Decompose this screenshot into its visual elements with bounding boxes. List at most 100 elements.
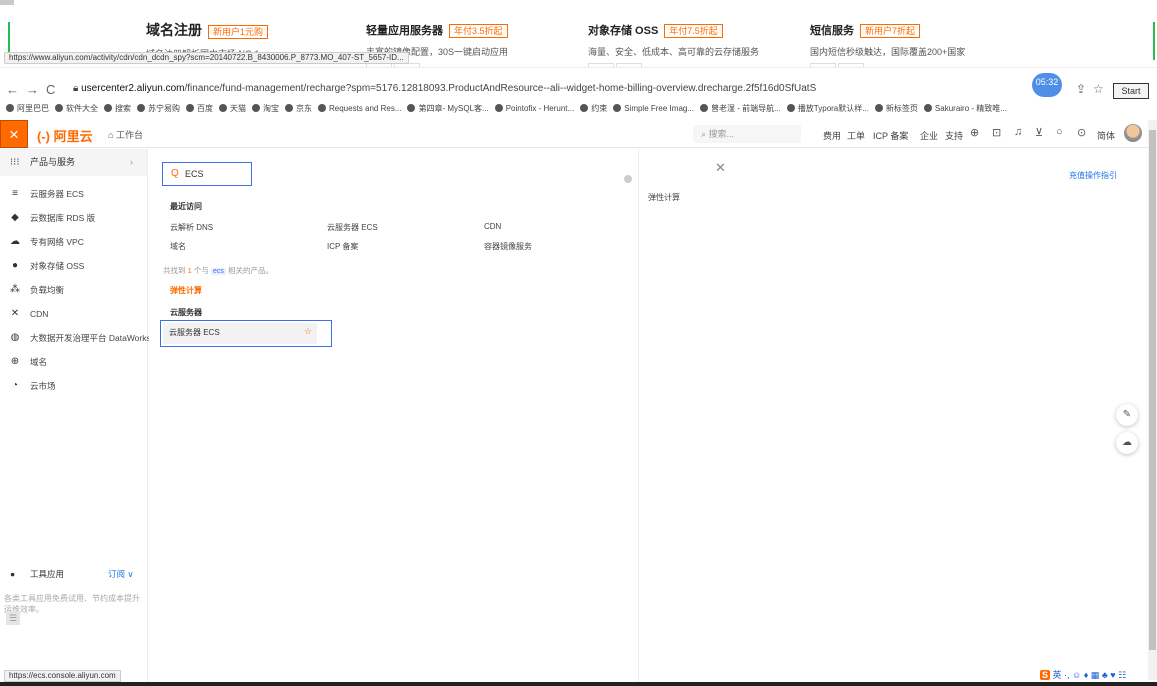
- start-button[interactable]: Start: [1113, 83, 1149, 99]
- workbench-link[interactable]: ⌂ 工作台: [108, 128, 143, 141]
- promo-sms[interactable]: 短信服务 新用户7折起 国内短信秒级触达，国际覆盖200+国家: [810, 22, 965, 70]
- bookmark-item[interactable]: 百度: [186, 101, 213, 117]
- sidebar-item-icon: ≡: [12, 188, 18, 199]
- bookmark-item[interactable]: 播放Typora默认样...: [786, 101, 869, 117]
- scrollbar-thumb[interactable]: [1149, 130, 1156, 650]
- sidebar-item-icon: ◍: [10, 332, 20, 343]
- bookmarks-bar: 阿里巴巴 软件大全 搜索 苏宁易购 百度 天猫 淘宝 京东 Requests and Res..…: [0, 101, 1157, 117]
- bookmark-label: Sakurairo - 精致唯...: [934, 104, 1007, 113]
- bookmark-item[interactable]: 曾老湿 - 前端导航...: [700, 101, 781, 117]
- sidebar-item[interactable]: ● 对象存储 OSS: [0, 254, 147, 278]
- bookmark-item[interactable]: 新标签页: [874, 101, 918, 117]
- header-search-input[interactable]: ⌕ 搜索...: [693, 125, 801, 143]
- promo-title: 对象存储 OSS: [588, 25, 659, 37]
- reload-icon[interactable]: C: [46, 82, 55, 97]
- bookmark-item[interactable]: Sakurairo - 精致唯...: [923, 101, 1007, 117]
- sidebar-item[interactable]: ◆ 云数据库 RDS 版: [0, 206, 147, 230]
- bookmark-item[interactable]: Requests and Res...: [318, 101, 401, 117]
- close-icon[interactable]: ✕: [715, 160, 726, 176]
- bookmark-item[interactable]: 京东: [285, 101, 312, 117]
- bookmark-item[interactable]: 第四章- MySQL客...: [407, 101, 489, 117]
- bookmark-icon: [613, 104, 622, 112]
- language-switch[interactable]: 简体: [1097, 129, 1115, 142]
- share-icon[interactable]: ⇪: [1076, 82, 1086, 96]
- recharge-guide-link[interactable]: 充值操作指引: [1069, 170, 1117, 181]
- sidebar-item-icon: ●: [11, 260, 19, 271]
- recent-link[interactable]: 域名: [170, 241, 186, 252]
- sidebar-item-label: 大数据开发治理平台 DataWorks: [30, 333, 151, 343]
- promo-oss[interactable]: 对象存储 OSS 年付7.5折起 海量、安全、低成本、高可靠的云存储服务: [588, 22, 759, 70]
- bookmark-item[interactable]: 天猫: [219, 101, 246, 117]
- recent-link[interactable]: 容器镜像服务: [484, 241, 532, 252]
- bell-icon[interactable]: ♫: [1014, 126, 1022, 138]
- aliyun-logo[interactable]: (-) 阿里云: [37, 126, 93, 145]
- bookmark-icon: [407, 104, 416, 112]
- star-icon[interactable]: ☆: [1093, 82, 1104, 96]
- products-and-services-header[interactable]: ⁝⁝⁝ 产品与服务 ›: [0, 149, 147, 176]
- search-placeholder: 搜索...: [708, 129, 735, 139]
- favorite-star-icon[interactable]: ☆: [304, 326, 312, 337]
- result-group-title: 云服务器: [170, 308, 202, 317]
- bookmark-item[interactable]: 约束: [580, 101, 607, 117]
- edit-icon[interactable]: ✎: [1116, 404, 1138, 426]
- ime-icon[interactable]: S: [1040, 670, 1051, 680]
- sidebar-item[interactable]: ☁ 专有网络 VPC: [0, 230, 147, 254]
- cart-icon[interactable]: ⊻: [1035, 126, 1043, 139]
- bookmark-item[interactable]: Simple Free Imag...: [613, 101, 694, 117]
- sidebar-item[interactable]: ✕ CDN: [0, 302, 147, 326]
- sidebar-item[interactable]: ◍ 大数据开发治理平台 DataWorks: [0, 326, 151, 350]
- page-scrollbar[interactable]: [1148, 120, 1157, 680]
- clear-icon[interactable]: [624, 175, 632, 183]
- drag-handle-icon[interactable]: ☰: [6, 611, 20, 625]
- bookmark-item[interactable]: 苏宁易购: [137, 101, 180, 117]
- tools-apps-header[interactable]: ● 工具应用 订阅 ∨: [0, 562, 148, 586]
- subscribe-link[interactable]: 订阅 ∨: [108, 562, 134, 586]
- bookmark-label: 淘宝: [263, 104, 279, 113]
- bookmark-item[interactable]: 淘宝: [252, 101, 279, 117]
- bookmark-icon: [104, 104, 112, 112]
- sidebar-item[interactable]: ⊕ 域名: [0, 350, 147, 374]
- bookmark-item[interactable]: 软件大全: [55, 101, 98, 117]
- header-link-enterprise[interactable]: 企业: [920, 129, 938, 142]
- bookmark-item[interactable]: 搜索: [104, 101, 131, 117]
- sidebar-item-label: 云服务器 ECS: [30, 189, 84, 199]
- recent-link[interactable]: ICP 备案: [327, 241, 358, 252]
- header-link-billing[interactable]: 费用: [823, 129, 841, 142]
- bookmark-item[interactable]: 阿里巴巴: [6, 101, 49, 117]
- forward-icon[interactable]: →: [26, 82, 39, 97]
- page-scroll-thumb[interactable]: [0, 0, 14, 5]
- sidebar-item-icon: ✕: [10, 308, 20, 319]
- recent-link[interactable]: 云服务器 ECS: [327, 222, 378, 233]
- bookmark-label: 搜索: [115, 104, 131, 113]
- result-item-ecs[interactable]: 云服务器 ECS ☆: [160, 320, 332, 347]
- avatar[interactable]: [1124, 124, 1142, 142]
- header-link-icp[interactable]: ICP 备案: [873, 129, 908, 142]
- sidebar-item[interactable]: ⁂ 负载均衡: [0, 278, 147, 302]
- category-elastic-compute[interactable]: 弹性计算: [648, 192, 680, 203]
- sidebar-item-icon: ⁂: [10, 284, 20, 295]
- bookmark-icon: [6, 104, 14, 112]
- recent-link[interactable]: 云解析 DNS: [170, 222, 213, 233]
- location-icon[interactable]: ○: [1056, 126, 1063, 138]
- product-search-input[interactable]: Q ECS: [162, 162, 252, 186]
- bookmark-label: 阿里巴巴: [17, 104, 49, 113]
- tray-icons: 英 ·, ☺ ♦ ▦ ♣ ♥ ☷: [1052, 670, 1127, 680]
- close-menu-button[interactable]: ×: [0, 120, 28, 148]
- sidebar-item[interactable]: ◔ 云市场: [0, 374, 147, 398]
- help-icon[interactable]: ⊙: [1077, 126, 1086, 139]
- recent-link[interactable]: CDN: [484, 222, 501, 231]
- bookmark-label: 播放Typora默认样...: [797, 104, 869, 113]
- found-keyword: ecs: [210, 268, 226, 275]
- app-icon[interactable]: ⊕: [970, 126, 979, 139]
- url-field[interactable]: 🔒︎ usercenter2.aliyun.com/finance/fund-m…: [73, 83, 816, 94]
- promo-title: 短信服务: [810, 25, 854, 37]
- cloud-icon[interactable]: ☁: [1116, 432, 1138, 454]
- link-status-tooltip: https://www.aliyun.com/activity/cdn/cdn_…: [4, 52, 409, 64]
- header-link-support[interactable]: 支持: [945, 129, 963, 142]
- header-link-ticket[interactable]: 工单: [847, 129, 865, 142]
- back-icon[interactable]: ←: [6, 82, 19, 97]
- sidebar-item[interactable]: ≡ 云服务器 ECS: [0, 182, 147, 206]
- bookmark-item[interactable]: Pointofix - Herunt...: [494, 101, 574, 117]
- message-icon[interactable]: ⊡: [992, 126, 1001, 139]
- bookmark-icon: [494, 104, 503, 112]
